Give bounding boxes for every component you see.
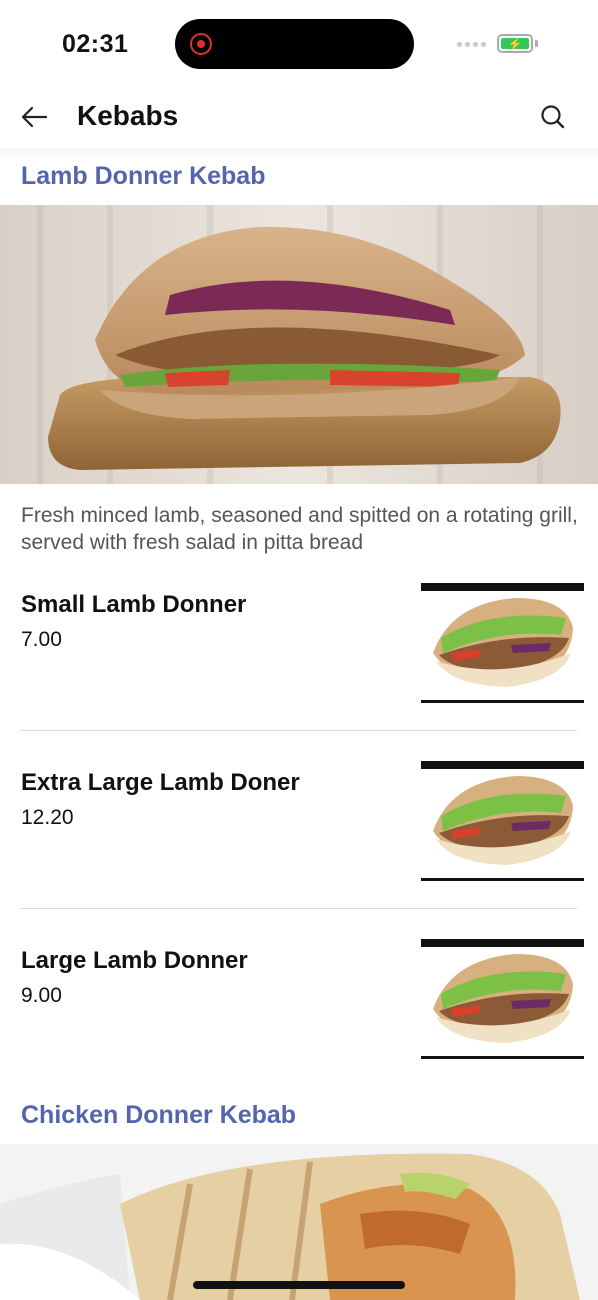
item-price: 12.20 — [21, 806, 74, 829]
item-name: Small Lamb Donner — [21, 591, 247, 618]
charging-bolt-icon: ⚡ — [507, 36, 523, 51]
lamb-donner-hero-image — [0, 205, 598, 484]
section-title-chicken-donner: Chicken Donner Kebab — [21, 1101, 297, 1129]
item-name: Extra Large Lamb Doner — [21, 769, 300, 796]
item-price: 9.00 — [21, 984, 62, 1007]
menu-item-small-lamb-donner[interactable]: Small Lamb Donner 7.00 — [0, 583, 598, 761]
dynamic-island — [175, 19, 414, 69]
item-price: 7.00 — [21, 628, 62, 651]
back-arrow-icon — [21, 106, 48, 128]
item-thumbnail-image — [421, 761, 584, 882]
screen-record-icon — [190, 33, 212, 55]
menu-item-extra-large-lamb-doner[interactable]: Extra Large Lamb Doner 12.20 — [0, 761, 598, 939]
battery-cap — [535, 40, 538, 47]
item-thumbnail-image — [421, 583, 584, 704]
menu-screen: 02:31 ⚡ Kebabs Lamb Donner Kebab Fresh m… — [0, 0, 598, 1300]
menu-item-large-lamb-donner[interactable]: Large Lamb Donner 9.00 — [0, 939, 598, 1117]
app-header: Kebabs — [0, 88, 598, 148]
header-shadow — [0, 148, 598, 158]
signal-icon — [457, 42, 486, 47]
item-name: Large Lamb Donner — [21, 947, 248, 974]
section-description: Fresh minced lamb, seasoned and spitted … — [21, 504, 578, 554]
chicken-donner-hero-image — [0, 1144, 598, 1300]
home-indicator[interactable] — [193, 1281, 405, 1289]
page-title: Kebabs — [77, 100, 179, 131]
item-divider — [21, 908, 577, 909]
search-icon — [541, 105, 565, 129]
search-button[interactable] — [536, 100, 570, 134]
item-divider — [21, 730, 577, 731]
status-time: 02:31 — [62, 30, 129, 58]
back-button[interactable] — [18, 102, 52, 132]
item-thumbnail-image — [421, 939, 584, 1060]
status-bar: 02:31 ⚡ — [0, 0, 598, 88]
section-title-lamb-donner: Lamb Donner Kebab — [21, 162, 266, 190]
battery-icon: ⚡ — [497, 34, 533, 53]
